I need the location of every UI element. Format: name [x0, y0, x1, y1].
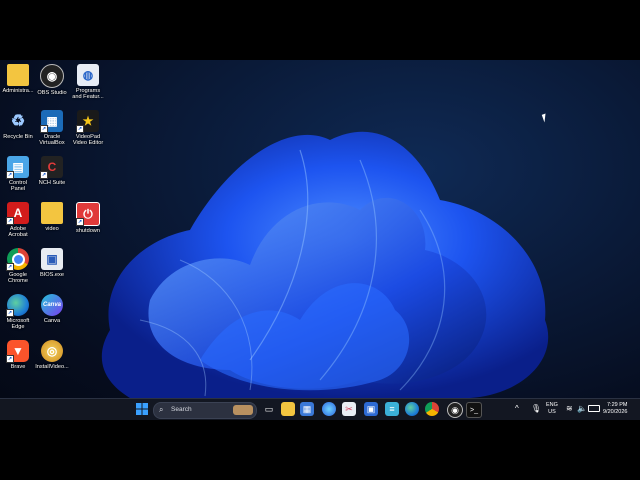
shutdown-icon: ⏻ ↗ — [76, 202, 100, 226]
desktop-icon-nch-suite[interactable]: C ↗ NCH Suite — [34, 156, 70, 186]
recycle-bin-icon: ♻ — [10, 113, 26, 130]
copilot-icon[interactable] — [322, 402, 336, 416]
desktop-icon-shutdown[interactable]: ⏻ ↗ shutdown — [70, 202, 106, 234]
control-panel-icon: ▤ ↗ — [6, 156, 29, 179]
volume-icon[interactable]: 🔈 — [577, 404, 587, 413]
search-input[interactable]: ⌕ Search — [153, 402, 257, 419]
desktop-icon-bios-exe[interactable]: ▣ BIOS.exe — [34, 248, 70, 278]
desktop-icon-microsoft-edge[interactable]: ↗ Microsoft Edge — [0, 294, 36, 331]
notepad-icon[interactable]: ≡ — [385, 402, 399, 416]
remote-desktop-icon[interactable]: ▣ — [364, 402, 378, 416]
taskbar: ⌕ Search ▭ ▦ ✂ ▣ ≡ ◉ >_ ^ 🎙 ENG US ≋ 🔈 7… — [0, 398, 640, 420]
folder-icon — [7, 64, 29, 86]
desktop-icon-virtualbox[interactable]: ▦ ↗ Oracle VirtualBox — [34, 110, 70, 147]
file-explorer-icon[interactable] — [281, 402, 295, 416]
microsoft-store-icon[interactable]: ▦ — [300, 402, 314, 416]
clock[interactable]: 7:29 PM 9/20/2026 — [603, 402, 627, 415]
desktop-icon-administrator[interactable]: Administra... — [0, 64, 36, 94]
microphone-icon[interactable]: 🎙 — [531, 404, 541, 413]
obs-studio-icon[interactable]: ◉ — [447, 402, 463, 418]
folder-icon — [41, 202, 63, 224]
chevron-up-icon[interactable]: ^ — [515, 404, 519, 413]
desktop-icon-google-chrome[interactable]: ↗ Google Chrome — [0, 248, 36, 285]
language-indicator[interactable]: ENG US — [546, 402, 558, 415]
nch-suite-icon: C ↗ — [40, 156, 63, 179]
canva-icon: Canva — [41, 294, 63, 316]
programs-and-features-icon: ◍ — [77, 64, 99, 86]
task-view-icon[interactable]: ▭ — [262, 402, 276, 416]
desktop-icon-canva[interactable]: Canva Canva — [34, 294, 70, 324]
terminal-icon[interactable]: >_ — [466, 402, 482, 418]
windows-start-icon[interactable] — [135, 402, 149, 416]
adobe-acrobat-icon: A ↗ — [6, 202, 29, 225]
videopad-icon: ★ ↗ — [76, 110, 99, 133]
edge-icon[interactable] — [405, 402, 419, 416]
desktop-icon-install-video[interactable]: ◎ InstallVideo... — [34, 340, 70, 370]
search-icon: ⌕ — [159, 405, 164, 414]
battery-icon[interactable] — [588, 405, 600, 412]
desktop-icon-obs-studio[interactable]: ◉ OBS Studio — [34, 64, 70, 96]
virtualbox-icon: ▦ ↗ — [40, 110, 63, 133]
desktop-icon-recycle-bin[interactable]: ♻ Recycle Bin — [0, 110, 36, 140]
brave-icon: ▼ ↗ — [6, 340, 29, 363]
desktop-icon-adobe-acrobat[interactable]: A ↗ Adobe Acrobat — [0, 202, 36, 239]
desktop-icon-videopad[interactable]: ★ ↗ VideoPad Video Editor — [70, 110, 106, 147]
desktop-icon-video-folder[interactable]: video — [34, 202, 70, 232]
desktop-icon-brave[interactable]: ▼ ↗ Brave — [0, 340, 36, 370]
install-video-icon: ◎ — [41, 340, 63, 362]
wifi-icon[interactable]: ≋ — [566, 404, 573, 413]
desktop-icon-programs-features[interactable]: ◍ Programs and Featur... — [70, 64, 106, 101]
chrome-icon[interactable] — [425, 402, 439, 416]
bios-exe-icon: ▣ — [41, 248, 63, 270]
search-highlight-image — [233, 405, 253, 415]
obs-studio-icon: ◉ — [40, 64, 64, 88]
chrome-icon: ↗ — [6, 248, 29, 271]
edge-icon: ↗ — [6, 294, 29, 317]
desktop-icon-control-panel[interactable]: ▤ ↗ Control Panel — [0, 156, 36, 193]
desktop-screen: Administra... ◉ OBS Studio ◍ Programs an… — [0, 60, 640, 420]
search-placeholder: Search — [171, 406, 192, 413]
snipping-tool-icon[interactable]: ✂ — [342, 402, 356, 416]
